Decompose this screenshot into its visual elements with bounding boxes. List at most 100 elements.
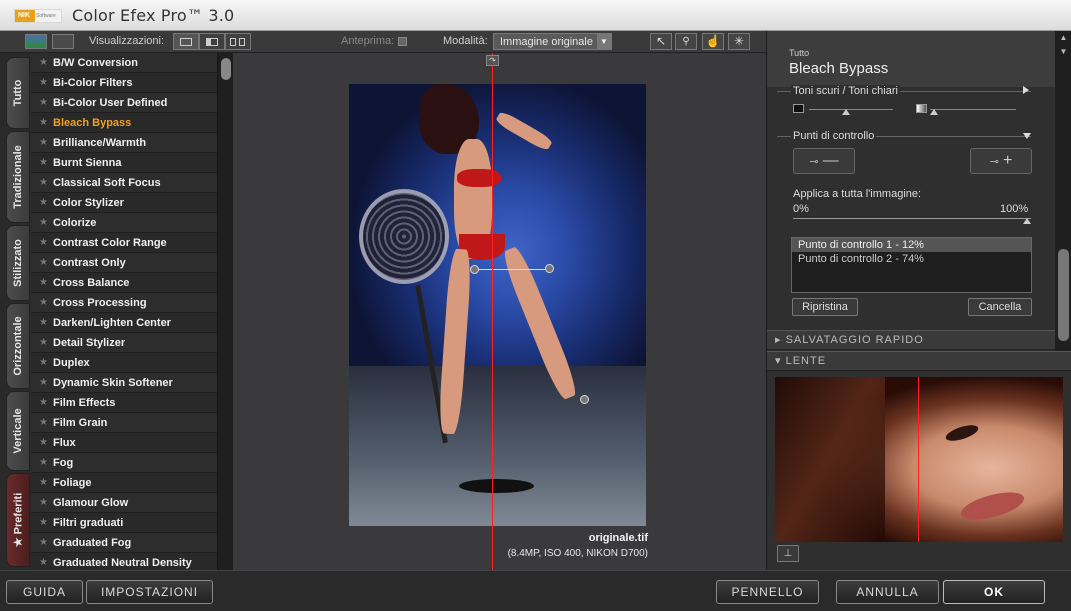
- help-button[interactable]: GUIDA: [6, 580, 83, 604]
- single-view-button[interactable]: [173, 33, 199, 50]
- lens-section[interactable]: ▾ LENTE: [767, 351, 1071, 371]
- favorite-star-icon[interactable]: ★: [39, 57, 53, 68]
- filter-list-item[interactable]: ★ Graduated Fog: [31, 533, 217, 553]
- preview-area[interactable]: ↷ originale.tif (8.4MP, ISO 400, NIKON D…: [233, 53, 766, 570]
- control-point-2[interactable]: [580, 395, 589, 404]
- remove-control-point-button[interactable]: ⊸ —: [793, 148, 855, 174]
- filter-list-item[interactable]: ★ Dynamic Skin Softener: [31, 373, 217, 393]
- filter-list-item[interactable]: ★ Flux: [31, 433, 217, 453]
- ok-button[interactable]: OK: [943, 580, 1045, 604]
- filter-list-item[interactable]: ★ Graduated Neutral Density: [31, 553, 217, 570]
- side-by-side-view-button[interactable]: [225, 33, 251, 50]
- favorite-star-icon[interactable]: ★: [39, 197, 53, 208]
- filter-list-item[interactable]: ★ Foliage: [31, 473, 217, 493]
- control-point-1[interactable]: [470, 265, 479, 274]
- filter-list-item[interactable]: ★ Color Stylizer: [31, 193, 217, 213]
- apply-slider[interactable]: [793, 218, 1031, 219]
- tab-tradizionale[interactable]: Tradizionale: [6, 131, 30, 223]
- favorite-star-icon[interactable]: ★: [39, 317, 53, 328]
- lens-preview[interactable]: [775, 377, 1063, 542]
- mode-select[interactable]: Immagine originale ▼: [493, 33, 612, 50]
- favorite-star-icon[interactable]: ★: [39, 437, 53, 448]
- favorite-star-icon[interactable]: ★: [39, 477, 53, 488]
- filter-list-item[interactable]: ★ Burnt Sienna: [31, 153, 217, 173]
- tab-verticale[interactable]: Verticale: [6, 391, 30, 471]
- light-icon[interactable]: ✳: [728, 33, 750, 50]
- filter-list-item[interactable]: ★ Film Effects: [31, 393, 217, 413]
- shadows-slider[interactable]: [809, 109, 893, 110]
- tab-preferiti[interactable]: ★ Preferiti: [6, 473, 30, 567]
- brush-button[interactable]: PENNELLO: [716, 580, 819, 604]
- list-item[interactable]: Punto di controllo 2 - 74%: [792, 252, 1031, 266]
- scrollbar-thumb[interactable]: [1058, 249, 1069, 341]
- filter-list-item[interactable]: ★ Filtri graduati: [31, 513, 217, 533]
- favorite-star-icon[interactable]: ★: [39, 377, 53, 388]
- filter-list-item[interactable]: ★ Fog: [31, 453, 217, 473]
- split-rotate-icon[interactable]: ↷: [486, 55, 499, 66]
- split-line[interactable]: [492, 53, 493, 570]
- shadows-slider-handle[interactable]: [842, 109, 850, 115]
- favorite-star-icon[interactable]: ★: [39, 97, 53, 108]
- tab-stilizzato[interactable]: Stilizzato: [6, 225, 30, 301]
- favorite-star-icon[interactable]: ★: [39, 277, 53, 288]
- scroll-up-icon[interactable]: ▲: [1055, 31, 1071, 45]
- favorite-star-icon[interactable]: ★: [39, 177, 53, 188]
- cancel-button[interactable]: ANNULLA: [836, 580, 939, 604]
- list-item[interactable]: Punto di controllo 1 - 12%: [792, 238, 1031, 252]
- preview-image[interactable]: [349, 84, 646, 526]
- highlights-slider-handle[interactable]: [930, 109, 938, 115]
- favorite-star-icon[interactable]: ★: [39, 157, 53, 168]
- favorite-star-icon[interactable]: ★: [39, 397, 53, 408]
- filter-list-item[interactable]: ★ Cross Balance: [31, 273, 217, 293]
- favorite-star-icon[interactable]: ★: [39, 237, 53, 248]
- control-point-1-handle[interactable]: [545, 264, 554, 273]
- favorite-star-icon[interactable]: ★: [39, 457, 53, 468]
- favorite-star-icon[interactable]: ★: [39, 537, 53, 548]
- filter-list-item[interactable]: ★ Glamour Glow: [31, 493, 217, 513]
- filter-list-item[interactable]: ★ Darken/Lighten Center: [31, 313, 217, 333]
- filter-list-item[interactable]: ★ Film Grain: [31, 413, 217, 433]
- filter-list-item[interactable]: ★ Classical Soft Focus: [31, 173, 217, 193]
- filter-list-item[interactable]: ★ Contrast Color Range: [31, 233, 217, 253]
- tab-orizzontale[interactable]: Orizzontale: [6, 303, 30, 389]
- add-control-point-button[interactable]: ⊸ +: [970, 148, 1032, 174]
- expand-arrow-icon[interactable]: [1023, 86, 1029, 94]
- tab-tutto[interactable]: Tutto: [6, 57, 30, 129]
- filter-list-item[interactable]: ★ Detail Stylizer: [31, 333, 217, 353]
- filter-list-item[interactable]: ★ Cross Processing: [31, 293, 217, 313]
- filter-list-scrollbar[interactable]: [217, 53, 233, 570]
- single-thumbnail-view-icon[interactable]: [25, 34, 47, 49]
- highlights-slider[interactable]: [930, 109, 1016, 110]
- split-view-button[interactable]: [199, 33, 225, 50]
- reset-button[interactable]: Ripristina: [792, 298, 858, 316]
- favorite-star-icon[interactable]: ★: [39, 297, 53, 308]
- zoom-icon[interactable]: ⚲: [675, 33, 697, 50]
- favorite-star-icon[interactable]: ★: [39, 417, 53, 428]
- favorite-star-icon[interactable]: ★: [39, 257, 53, 268]
- scrollbar-thumb[interactable]: [221, 58, 231, 80]
- favorite-star-icon[interactable]: ★: [39, 77, 53, 88]
- quick-save-section[interactable]: ▸ SALVATAGGIO RAPIDO: [767, 330, 1055, 350]
- delete-button[interactable]: Cancella: [968, 298, 1032, 316]
- filter-list-item[interactable]: ★ Bleach Bypass: [31, 113, 217, 133]
- filter-list-item[interactable]: ★ Colorize: [31, 213, 217, 233]
- list-view-icon[interactable]: [52, 34, 74, 49]
- filter-list-item[interactable]: ★ Duplex: [31, 353, 217, 373]
- favorite-star-icon[interactable]: ★: [39, 217, 53, 228]
- apply-slider-handle[interactable]: [1023, 218, 1031, 224]
- scroll-down-icon[interactable]: ▼: [1055, 45, 1071, 59]
- arrow-pointer-icon[interactable]: ↖: [650, 33, 672, 50]
- pin-icon[interactable]: ⊥: [777, 545, 799, 562]
- filter-list-item[interactable]: ★ Brilliance/Warmth: [31, 133, 217, 153]
- favorite-star-icon[interactable]: ★: [39, 357, 53, 368]
- favorite-star-icon[interactable]: ★: [39, 557, 53, 568]
- filter-list-item[interactable]: ★ Bi-Color User Defined: [31, 93, 217, 113]
- collapse-arrow-icon[interactable]: [1023, 133, 1031, 139]
- favorite-star-icon[interactable]: ★: [39, 337, 53, 348]
- preview-checkbox[interactable]: [398, 36, 408, 46]
- hand-icon[interactable]: ☝: [702, 33, 724, 50]
- filter-list-item[interactable]: ★ Contrast Only: [31, 253, 217, 273]
- favorite-star-icon[interactable]: ★: [39, 497, 53, 508]
- favorite-star-icon[interactable]: ★: [39, 517, 53, 528]
- settings-button[interactable]: IMPOSTAZIONI: [86, 580, 213, 604]
